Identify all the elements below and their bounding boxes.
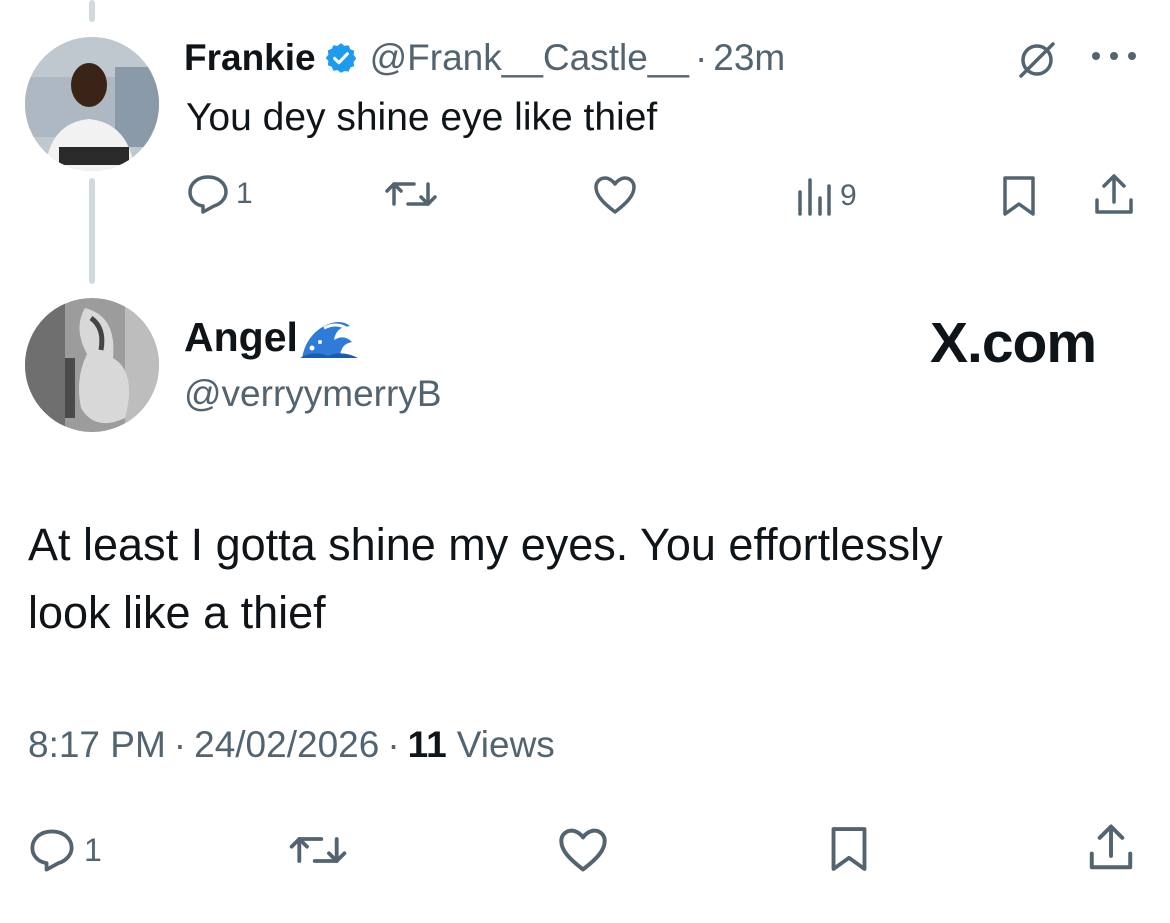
post-text: You dey shine eye like thief (186, 96, 658, 139)
bookmark-icon[interactable] (1000, 174, 1038, 218)
like-button[interactable] (556, 826, 610, 874)
reply-button[interactable]: 1 (28, 826, 102, 874)
views-button[interactable]: 9 (794, 174, 857, 218)
like-button[interactable] (592, 174, 638, 216)
reply-count: 1 (236, 177, 253, 210)
post-text-line-2: look like a thief (28, 587, 326, 638)
post-text-line-1: At least I gotta shine my eyes. You effo… (28, 519, 943, 570)
views-label: Views (456, 724, 555, 765)
views-count: 9 (840, 179, 857, 212)
repost-button[interactable] (288, 828, 348, 872)
thread-line-top (89, 0, 95, 22)
heart-icon (592, 174, 638, 216)
thread-line-bottom (89, 178, 95, 284)
reply-button[interactable]: 1 (186, 172, 253, 216)
author-handle[interactable]: @Frank__Castle__ (370, 37, 689, 79)
heart-icon (556, 826, 610, 874)
share-icon[interactable] (1086, 822, 1136, 874)
separator-dot: · (173, 724, 187, 765)
author-name[interactable]: Frankie (184, 37, 316, 79)
reply-icon (186, 173, 230, 215)
share-icon[interactable] (1092, 172, 1136, 218)
grok-icon[interactable] (1015, 38, 1059, 82)
repost-button[interactable] (384, 174, 438, 214)
reply-count: 1 (84, 831, 102, 868)
more-options-icon[interactable] (1088, 48, 1140, 64)
avatar-frankie[interactable] (25, 37, 159, 171)
views-count: 11 (407, 724, 447, 765)
author-name[interactable]: Angel (184, 314, 298, 361)
separator-dot: · (387, 724, 400, 765)
post-date[interactable]: 24/02/2026 (194, 724, 379, 766)
separator-dot: · (694, 37, 708, 78)
x-com-watermark: X.com (930, 311, 1097, 375)
post-time[interactable]: 8:17 PM (28, 724, 166, 766)
avatar-angel[interactable] (25, 298, 159, 432)
author-handle[interactable]: @verryymerryB (184, 373, 442, 415)
wave-emoji-icon (299, 316, 358, 360)
reply-icon (28, 827, 76, 873)
verified-badge-icon (324, 41, 358, 75)
repost-icon (384, 174, 438, 214)
analytics-icon (794, 176, 834, 216)
bookmark-icon[interactable] (828, 824, 870, 874)
repost-icon (288, 828, 348, 872)
post-age[interactable]: 23m (713, 37, 785, 79)
